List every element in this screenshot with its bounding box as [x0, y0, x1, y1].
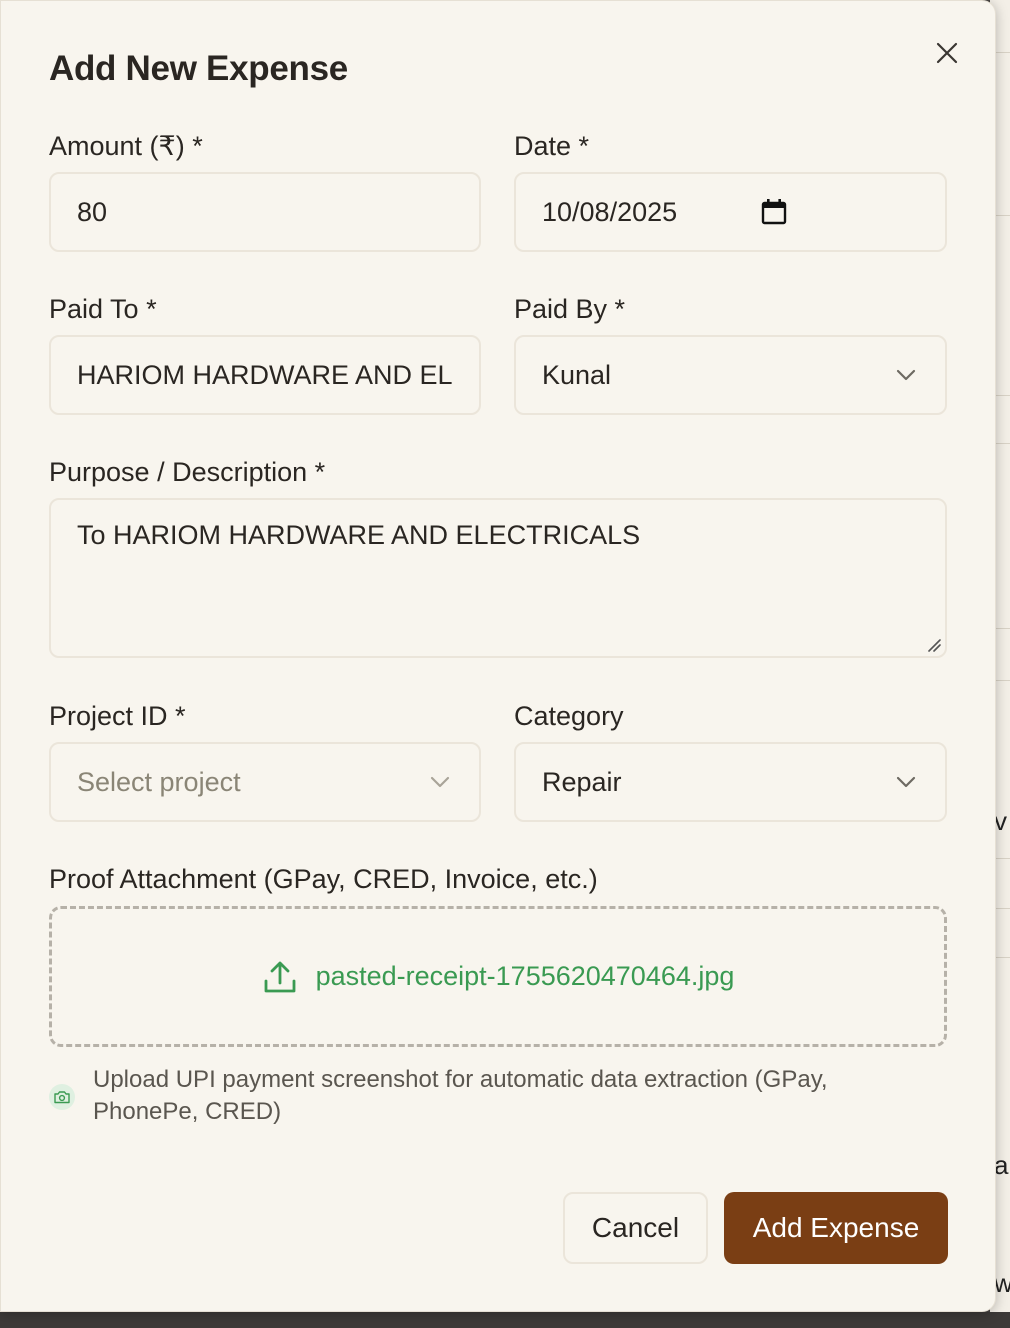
paid-to-input[interactable]: HARIOM HARDWARE AND EL	[49, 335, 481, 415]
attachment-hint-text: Upload UPI payment screenshot for automa…	[93, 1066, 828, 1125]
paid-to-value: HARIOM HARDWARE AND EL	[77, 359, 453, 390]
attachment-dropzone[interactable]: pasted-receipt-1755620470464.jpg	[49, 906, 947, 1047]
calendar-icon[interactable]	[761, 198, 787, 226]
resize-handle-icon[interactable]	[925, 636, 941, 652]
category-label: Category	[514, 701, 624, 731]
add-expense-dialog: Add New Expense Amount (₹) * 80 Date * 1…	[0, 0, 996, 1312]
date-value: 10/08/2025	[542, 196, 678, 227]
upload-icon	[264, 961, 295, 992]
close-icon	[936, 42, 958, 64]
amount-input[interactable]: 80	[49, 172, 481, 252]
background-text: w	[994, 1268, 1010, 1298]
purpose-textarea[interactable]: To HARIOM HARDWARE AND ELECTRICALS	[49, 498, 947, 658]
camera-icon	[49, 1084, 75, 1110]
date-label: Date *	[514, 131, 590, 161]
paid-by-value: Kunal	[542, 359, 612, 390]
attachment-file-name: pasted-receipt-1755620470464.jpg	[315, 961, 735, 991]
category-select[interactable]: Repair	[514, 742, 947, 822]
amount-label: Amount (₹) *	[49, 131, 203, 161]
category-value: Repair	[542, 766, 622, 797]
paid-to-label: Paid To *	[49, 294, 157, 324]
project-placeholder: Select project	[77, 766, 241, 797]
purpose-value: To HARIOM HARDWARE AND ELECTRICALS	[77, 520, 641, 550]
dialog-title: Add New Expense	[49, 49, 348, 88]
project-select[interactable]: Select project	[49, 742, 481, 822]
date-input[interactable]: 10/08/2025	[514, 172, 947, 252]
background-text: v	[994, 806, 1007, 836]
paid-by-label: Paid By *	[514, 294, 626, 324]
chevron-down-icon	[430, 776, 450, 788]
add-expense-button[interactable]: Add Expense	[724, 1192, 948, 1264]
amount-value: 80	[77, 196, 108, 227]
background-text: a	[994, 1150, 1009, 1180]
attachment-label: Proof Attachment (GPay, CRED, Invoice, e…	[49, 864, 598, 894]
close-button[interactable]	[929, 35, 965, 71]
background-footer	[0, 1312, 1010, 1328]
chevron-down-icon	[896, 369, 916, 381]
cancel-button[interactable]: Cancel	[563, 1192, 708, 1264]
purpose-label: Purpose / Description *	[49, 457, 326, 487]
attachment-hint: Upload UPI payment screenshot for automa…	[49, 1064, 909, 1128]
paid-by-select[interactable]: Kunal	[514, 335, 947, 415]
project-label: Project ID *	[49, 701, 186, 731]
chevron-down-icon	[896, 776, 916, 788]
